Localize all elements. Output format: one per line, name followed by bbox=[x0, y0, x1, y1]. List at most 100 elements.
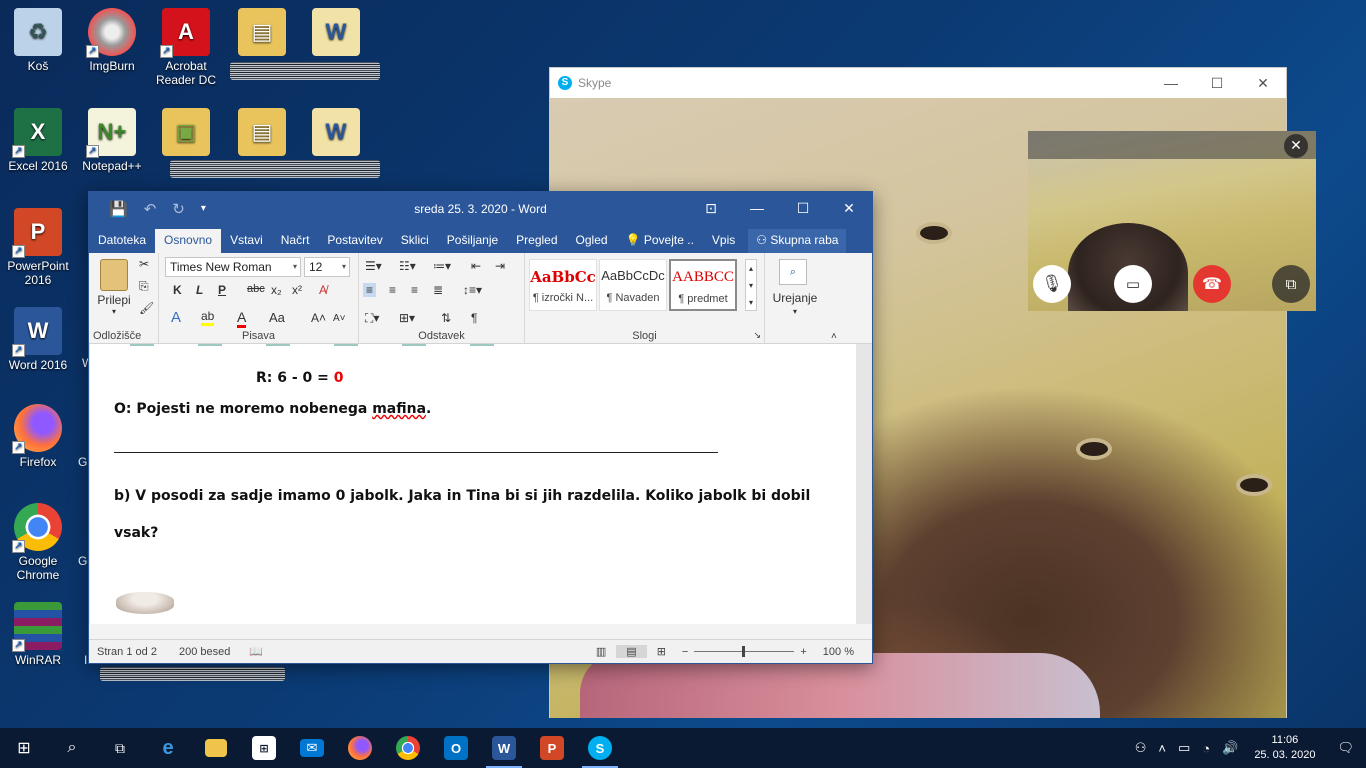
tab-layout[interactable]: Postavitev bbox=[318, 229, 391, 253]
word-titlebar[interactable]: 💾 ↶ ↻ ▾ sreda 25. 3. 2020 - Word ⊡ — ☐ ✕ bbox=[89, 192, 872, 225]
desktop-icon-chrome[interactable]: ↗ Google Chrome bbox=[0, 503, 76, 582]
align-left-icon[interactable]: ≡ bbox=[363, 283, 377, 297]
zoom-level[interactable]: 100 % bbox=[813, 646, 872, 658]
tab-references[interactable]: Sklici bbox=[392, 229, 438, 253]
minimize-icon[interactable]: — bbox=[734, 200, 780, 217]
customize-toolbar-icon[interactable]: ▾ bbox=[201, 203, 206, 214]
font-color-icon[interactable]: A bbox=[237, 309, 247, 328]
taskbar-word[interactable]: W bbox=[480, 728, 528, 768]
desktop-word-document[interactable]: W bbox=[298, 8, 374, 59]
decrease-indent-icon[interactable]: ⇤ bbox=[471, 259, 481, 273]
grow-font-icon[interactable]: A˄ bbox=[311, 311, 326, 325]
taskbar-file-explorer[interactable] bbox=[192, 728, 240, 768]
clear-formatting-icon[interactable]: A̸ bbox=[319, 283, 327, 297]
undo-icon[interactable]: ↶ bbox=[144, 200, 157, 218]
superscript-button[interactable]: x² bbox=[292, 283, 302, 297]
hang-up-icon[interactable]: ☎ bbox=[1193, 265, 1231, 303]
word-count[interactable]: 200 besed bbox=[171, 646, 245, 658]
close-icon[interactable]: ✕ bbox=[1240, 75, 1286, 92]
show-formatting-icon[interactable]: ¶ bbox=[471, 311, 477, 325]
read-mode-icon[interactable]: ▥ bbox=[586, 645, 616, 658]
style-item[interactable]: AABBCC ¶ predmet bbox=[669, 259, 737, 311]
desktop-icon-recycle-bin[interactable]: ♻ Koš bbox=[0, 8, 76, 73]
format-painter-icon[interactable]: 🖌 bbox=[139, 301, 154, 315]
tab-mailings[interactable]: Pošiljanje bbox=[438, 229, 507, 253]
taskbar-skype[interactable]: S bbox=[576, 728, 624, 768]
taskbar-edge[interactable]: e bbox=[144, 728, 192, 768]
desktop-word-document-2[interactable]: W bbox=[298, 108, 374, 159]
zoom-out-icon[interactable]: − bbox=[676, 646, 694, 658]
justify-icon[interactable]: ≣ bbox=[433, 283, 443, 297]
font-name-dropdown[interactable]: Times New Roman ▾ bbox=[165, 257, 301, 277]
taskbar-mail[interactable]: ✉ bbox=[288, 728, 336, 768]
editing-dropdown-icon[interactable]: ▾ bbox=[765, 307, 825, 316]
task-view-button[interactable]: ⧉ bbox=[96, 728, 144, 768]
bold-button[interactable]: K bbox=[173, 283, 182, 297]
sign-in-link[interactable]: Vpis bbox=[703, 229, 744, 253]
dialog-launcher-icon[interactable]: ↘ bbox=[753, 330, 761, 341]
web-layout-icon[interactable]: ⊞ bbox=[647, 645, 676, 658]
taskbar-outlook[interactable]: O bbox=[432, 728, 480, 768]
editing-label[interactable]: Urejanje bbox=[765, 291, 825, 305]
people-icon[interactable]: ⚇ bbox=[1129, 740, 1153, 756]
desktop-folder[interactable]: ▤ bbox=[224, 8, 300, 59]
word-window[interactable]: 💾 ↶ ↻ ▾ sreda 25. 3. 2020 - Word ⊡ — ☐ ✕… bbox=[88, 191, 873, 664]
desktop-icon-acrobat[interactable]: A ↗ Acrobat Reader DC bbox=[148, 8, 224, 87]
tab-home[interactable]: Osnovno bbox=[155, 229, 222, 253]
desktop-icon-notepadpp[interactable]: N+ ↗ Notepad++ bbox=[74, 108, 150, 173]
tab-view[interactable]: Ogled bbox=[567, 229, 617, 253]
print-layout-icon[interactable]: ▤ bbox=[616, 645, 647, 658]
close-self-view-icon[interactable]: ✕ bbox=[1284, 134, 1308, 158]
show-hidden-icons-icon[interactable]: ˄ bbox=[1152, 741, 1172, 756]
tab-insert[interactable]: Vstavi bbox=[221, 229, 272, 253]
desktop-folder-images[interactable]: ▣ bbox=[148, 108, 224, 159]
taskbar-chrome[interactable] bbox=[384, 728, 432, 768]
close-icon[interactable]: ✕ bbox=[826, 200, 872, 217]
find-icon[interactable]: ⌕ bbox=[779, 259, 807, 285]
change-case-button[interactable]: Aa bbox=[269, 310, 285, 325]
share-button[interactable]: ⚇ Skupna raba bbox=[748, 229, 847, 253]
minimize-icon[interactable]: — bbox=[1148, 75, 1194, 92]
paste-button[interactable]: Prilepi ▾ bbox=[95, 259, 133, 316]
redo-icon[interactable]: ↻ bbox=[172, 200, 185, 218]
battery-icon[interactable]: ▭ bbox=[1172, 740, 1196, 756]
desktop-folder-2[interactable]: ▤ bbox=[224, 108, 300, 159]
taskbar-store[interactable]: ⊞ bbox=[240, 728, 288, 768]
proofing-icon[interactable]: 📖 bbox=[245, 645, 263, 658]
shading-icon[interactable]: ⛶▾ bbox=[365, 311, 379, 326]
numbering-icon[interactable]: ☷▾ bbox=[399, 259, 416, 273]
desktop-icon-firefox[interactable]: ↗ Firefox bbox=[0, 404, 76, 469]
shrink-font-icon[interactable]: A˅ bbox=[333, 313, 346, 324]
maximize-icon[interactable]: ☐ bbox=[1194, 75, 1240, 92]
notifications-icon[interactable]: 🗨 bbox=[1325, 740, 1366, 756]
camera-icon[interactable]: ▭ bbox=[1114, 265, 1152, 303]
style-item[interactable]: AaBbCc ¶ izročki N... bbox=[529, 259, 597, 311]
tab-file[interactable]: Datoteka bbox=[89, 229, 155, 253]
italic-button[interactable]: L bbox=[196, 283, 203, 297]
maximize-icon[interactable]: ☐ bbox=[780, 200, 826, 217]
highlight-icon[interactable]: ab bbox=[201, 309, 215, 326]
search-button[interactable]: ⌕ bbox=[48, 728, 96, 768]
document-page[interactable]: R: 6 - 0 = 0 O: Pojesti ne moremo nobene… bbox=[90, 344, 856, 624]
style-item[interactable]: AaBbCcDc ¶ Navaden bbox=[599, 259, 667, 311]
save-icon[interactable]: 💾 bbox=[109, 200, 128, 218]
increase-indent-icon[interactable]: ⇥ bbox=[495, 259, 505, 273]
align-center-icon[interactable]: ≡ bbox=[389, 283, 396, 297]
desktop-icon-imgburn[interactable]: ↗ ImgBurn bbox=[74, 8, 150, 73]
desktop-icon-powerpoint[interactable]: P ↗ PowerPoint 2016 bbox=[0, 208, 76, 287]
borders-icon[interactable]: ⊞▾ bbox=[399, 311, 415, 325]
start-button[interactable]: ⊞ bbox=[0, 728, 48, 768]
taskbar-firefox[interactable] bbox=[336, 728, 384, 768]
strikethrough-button[interactable]: abc bbox=[247, 283, 265, 295]
zoom-in-icon[interactable]: + bbox=[794, 646, 812, 658]
collapse-ribbon-icon[interactable]: ˄ bbox=[831, 331, 837, 342]
desktop-icon-winrar[interactable]: ↗ WinRAR bbox=[0, 602, 76, 667]
line-spacing-icon[interactable]: ↕≡▾ bbox=[463, 283, 482, 297]
text-effects-icon[interactable]: A bbox=[171, 309, 181, 326]
volume-icon[interactable]: 🔊 bbox=[1216, 740, 1244, 756]
sort-icon[interactable]: ⇅ bbox=[441, 311, 451, 325]
tab-review[interactable]: Pregled bbox=[507, 229, 566, 253]
ribbon-display-options-icon[interactable]: ⊡ bbox=[688, 200, 734, 217]
desktop-icon-excel[interactable]: X ↗ Excel 2016 bbox=[0, 108, 76, 173]
cut-icon[interactable]: ✂ bbox=[139, 257, 149, 271]
